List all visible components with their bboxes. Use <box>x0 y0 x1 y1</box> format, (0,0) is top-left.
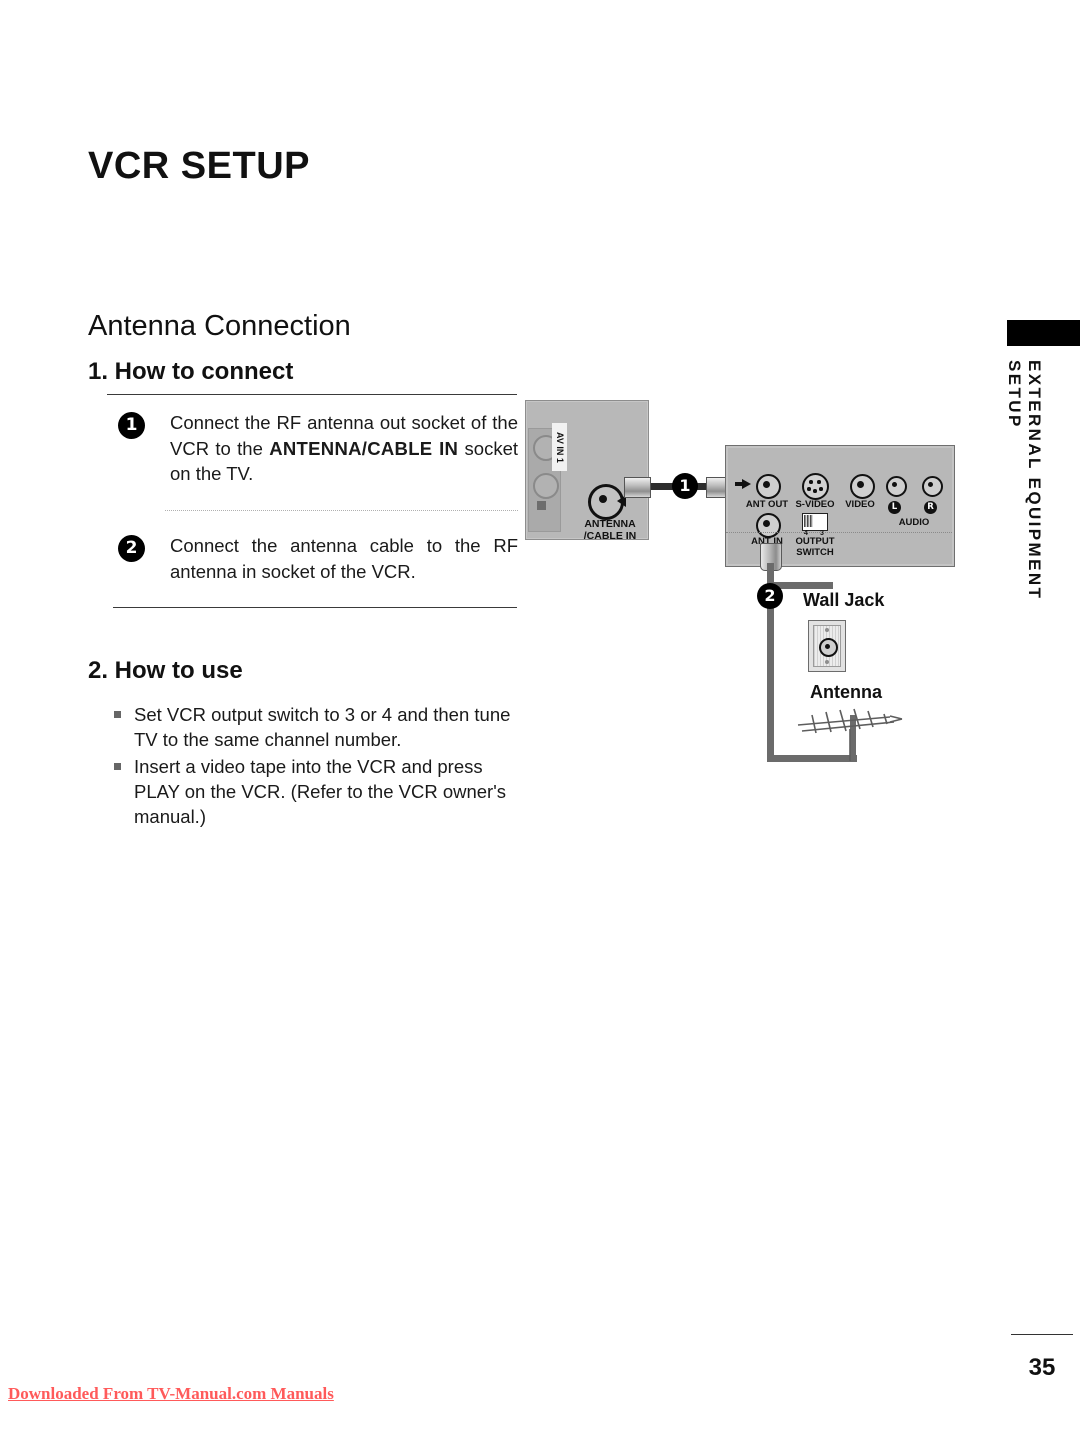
step-text-1: Connect the RF antenna out socket of the… <box>170 410 518 487</box>
page-title: VCR SETUP <box>88 145 310 187</box>
divider-under-connect-heading <box>107 394 517 395</box>
vcr-ant-in-jack-icon <box>756 513 781 538</box>
divider-dotted-between-steps <box>165 510 518 511</box>
vcr-ant-out-jack-icon <box>756 474 781 499</box>
wall-jack-coax-socket-icon <box>819 638 838 657</box>
tv-antenna-label-line1: ANTENNA <box>584 518 636 530</box>
output-switch-label-line2: SWITCH <box>796 547 834 558</box>
tv-av-small-port-icon <box>537 501 546 510</box>
vcr-video-label: VIDEO <box>845 499 875 510</box>
vcr-audio-right-jack-icon <box>922 476 943 497</box>
coax-connector-icon <box>624 477 651 498</box>
vcr-output-switch-icon <box>802 513 828 531</box>
tv-rear-panel: AV IN 1 ANTENNA /CABLE IN <box>525 400 649 542</box>
wall-plate-screw-icon <box>825 660 829 664</box>
vcr-video-jack-icon <box>850 474 875 499</box>
bullet-text: Insert a video tape into the VCR and pre… <box>134 756 506 827</box>
bullet-text: Set VCR output switch to 3 or 4 and then… <box>134 704 511 750</box>
bullet-square-icon <box>114 711 121 718</box>
side-tab-label: EXTERNAL EQUIPMENT SETUP <box>1005 360 1044 601</box>
wall-jack-plate-icon <box>808 620 846 672</box>
vcr-audio-right-badge: R <box>924 501 937 514</box>
ant-out-arrowhead-icon <box>742 479 751 489</box>
step-item-2: 2 Connect the antenna cable to the RF an… <box>118 533 518 584</box>
output-switch-label-line1: OUTPUT <box>795 536 835 547</box>
divider-below-steps <box>113 607 517 608</box>
footer-download-link[interactable]: Downloaded From TV-Manual.com Manuals <box>8 1384 334 1404</box>
step-badge-2: 2 <box>118 535 145 562</box>
step-text-2: Connect the antenna cable to the RF ante… <box>170 535 518 582</box>
bullet-item: Set VCR output switch to 3 or 4 and then… <box>112 702 522 752</box>
side-tab-marker <box>1007 320 1080 346</box>
vcr-s-video-jack-icon <box>802 473 829 500</box>
how-to-use-bullet-list: Set VCR output switch to 3 or 4 and then… <box>112 702 522 831</box>
diagram-badge-1: 1 <box>672 473 698 499</box>
vcr-audio-left-jack-icon <box>886 476 907 497</box>
vcr-audio-left-badge: L <box>888 501 901 514</box>
antenna-connection-diagram: AV IN 1 ANTENNA /CABLE IN 1 ANT OUT S-VI… <box>520 385 980 785</box>
step-1-emphasis: ANTENNA/CABLE IN <box>269 437 459 459</box>
wall-plate-screw-icon <box>825 628 829 632</box>
bullet-item: Insert a video tape into the VCR and pre… <box>112 754 522 829</box>
subheading-how-to-connect: 1. How to connect <box>88 358 294 385</box>
tv-antenna-label-line2: /CABLE IN <box>583 530 637 542</box>
vcr-output-switch-label: OUTPUT SWITCH <box>786 536 844 558</box>
step-item-1: 1 Connect the RF antenna out socket of t… <box>118 410 518 487</box>
tv-antenna-cable-in-label: ANTENNA /CABLE IN <box>572 518 648 542</box>
page-number: 35 <box>1028 1354 1056 1381</box>
subheading-how-to-use: 2. How to use <box>88 657 243 684</box>
tv-av-jack-icon <box>533 473 559 499</box>
antenna-cable-to-wall-jack <box>773 582 833 589</box>
antenna-label: Antenna <box>810 682 882 702</box>
step-badge-1: 1 <box>118 412 145 439</box>
vcr-audio-label: AUDIO <box>898 517 930 528</box>
tv-av-in-1-label: AV IN 1 <box>552 423 567 471</box>
page-number-rule <box>1011 1334 1073 1335</box>
antenna-icon <box>797 708 903 761</box>
vcr-panel-bottom-edge <box>726 532 952 533</box>
wall-jack-label: Wall Jack <box>803 590 885 610</box>
bullet-square-icon <box>114 763 121 770</box>
diagram-badge-2: 2 <box>757 583 783 609</box>
section-heading: Antenna Connection <box>88 310 351 342</box>
